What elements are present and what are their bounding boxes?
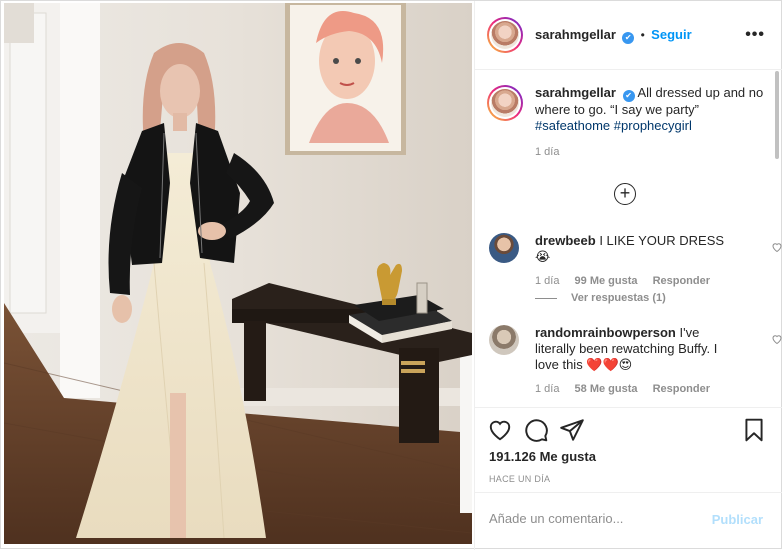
add-comment-bar: Añade un comentario... Publicar [475,492,782,548]
follow-button[interactable]: Seguir [651,27,691,42]
comment-meta: 1 día 99 Me gusta Responder [535,275,769,287]
avatar[interactable] [489,325,519,355]
view-replies-label: Ver respuestas (1) [571,292,666,304]
header-username[interactable]: sarahmgellar [535,27,616,42]
avatar[interactable] [489,233,519,263]
comment-item: drewbeeb I LIKE YOUR DRESS 😭 1 día 99 Me… [489,233,782,287]
likes-count[interactable]: 191.126 Me gusta [489,449,596,464]
caption-username[interactable]: sarahmgellar [535,85,616,100]
post-photo[interactable] [4,3,472,544]
caption-time[interactable]: 1 día [535,146,772,158]
comment-like-heart-icon[interactable] [771,333,782,345]
caption-avatar[interactable] [487,85,523,121]
comment-time[interactable]: 1 día [535,383,559,395]
more-options-icon[interactable]: ••• [745,26,765,44]
view-replies-button[interactable]: Ver respuestas (1) [535,292,666,304]
post-photo-illustration [4,3,472,544]
comment-text: randomrainbowperson I've literally been … [535,325,735,373]
comment-item: randomrainbowperson I've literally been … [489,325,782,395]
comment-like-heart-icon[interactable] [771,241,782,253]
comment-meta: 1 día 58 Me gusta Responder [535,383,769,395]
comments-scrollbar[interactable] [775,71,779,159]
hashtag-link[interactable]: #prophecygirl [614,118,692,133]
replies-divider [535,297,557,299]
comment-input[interactable]: Añade un comentario... [489,511,623,526]
post-header: sarahmgellar ✔ • Seguir ••• [475,1,782,70]
separator-dot: • [640,27,645,42]
post-date[interactable]: HACE UN DÍA [489,474,550,484]
verified-badge-icon: ✔ [622,31,635,44]
comment-likes[interactable]: 99 Me gusta [575,275,638,287]
share-icon[interactable] [559,417,585,443]
caption-text: sarahmgellar ✔ All dressed up and no whe… [535,85,772,134]
comment-likes[interactable]: 58 Me gusta [575,383,638,395]
comment-time[interactable]: 1 día [535,275,559,287]
comment-text: drewbeeb I LIKE YOUR DRESS 😭 [535,233,735,265]
post-actions: 191.126 Me gusta HACE UN DÍA Añade un co… [475,407,782,547]
plus-circle-icon[interactable]: + [614,183,636,205]
avatar[interactable] [487,17,523,53]
reply-button[interactable]: Responder [653,275,710,287]
comment-icon[interactable] [523,417,549,443]
instagram-post-modal: sarahmgellar ✔ • Seguir ••• sarahmgellar… [0,0,782,550]
caption: sarahmgellar ✔ All dressed up and no whe… [487,85,772,158]
bookmark-icon[interactable] [741,417,767,443]
post-sidebar: sarahmgellar ✔ • Seguir ••• sarahmgellar… [474,1,782,550]
verified-badge-icon: ✔ [622,90,635,102]
comment-username[interactable]: randomrainbowperson [535,325,676,340]
heart-icon[interactable] [487,417,513,443]
publish-button[interactable]: Publicar [712,512,763,527]
comment-username[interactable]: drewbeeb [535,233,596,248]
hashtag-link[interactable]: #safeathome [535,118,610,133]
reply-button[interactable]: Responder [653,383,710,395]
